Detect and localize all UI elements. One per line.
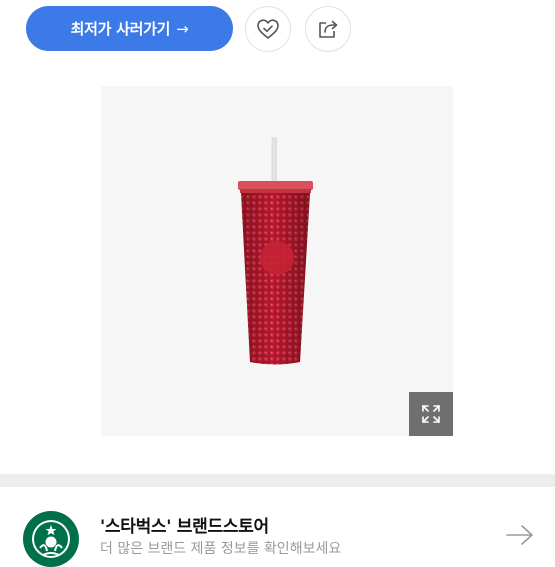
share-button[interactable] xyxy=(305,6,351,52)
heart-check-icon xyxy=(257,19,279,39)
starbucks-logo xyxy=(23,511,79,567)
section-divider xyxy=(0,474,555,487)
product-image-area[interactable] xyxy=(101,86,453,436)
expand-icon xyxy=(422,405,440,423)
tumbler-product-image xyxy=(238,137,313,365)
expand-image-button[interactable] xyxy=(409,392,453,436)
share-icon xyxy=(319,20,338,38)
brand-store-subtitle: 더 많은 브랜드 제품 정보를 확인해보세요 xyxy=(100,541,342,557)
brand-store-link[interactable]: '스타벅스' 브랜드스토어 더 많은 브랜드 제품 정보를 확인해보세요 xyxy=(0,487,555,567)
brand-store-title: '스타벅스' 브랜드스토어 xyxy=(100,517,269,537)
buy-lowest-price-label: 최저가 사러가기 xyxy=(70,20,171,38)
wishlist-button[interactable] xyxy=(245,6,291,52)
buy-lowest-price-button[interactable]: 최저가 사러가기 → xyxy=(26,6,233,51)
arrow-right-icon xyxy=(506,525,533,545)
buy-arrow-glyph: → xyxy=(176,19,189,38)
